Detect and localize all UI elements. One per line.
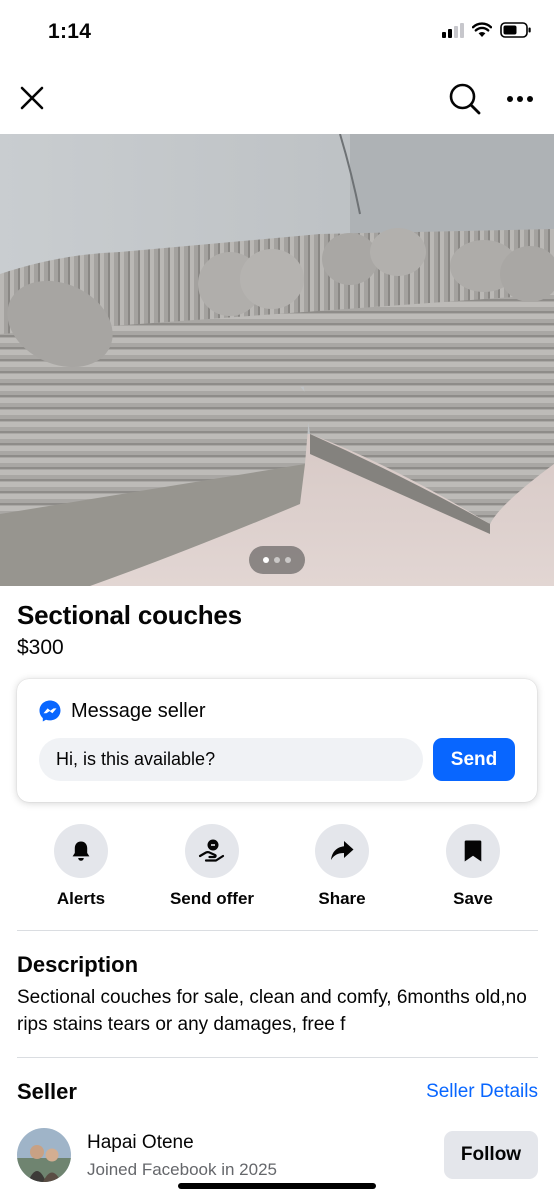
share-button[interactable]: Share [277, 824, 407, 909]
share-label: Share [318, 889, 366, 908]
nav-bar [0, 66, 554, 134]
couch-photo-image [0, 134, 554, 586]
seller-heading: Seller [17, 1079, 77, 1104]
seller-details-link[interactable]: Seller Details [426, 1081, 538, 1103]
status-icons [442, 22, 532, 38]
offer-icon [198, 839, 225, 862]
carousel-dot [285, 557, 291, 563]
battery-icon [500, 22, 531, 38]
alerts-button[interactable]: Alerts [16, 824, 146, 909]
share-icon [331, 841, 354, 860]
listing-title: Sectional couches [17, 600, 242, 630]
save-icon-circle [446, 824, 500, 878]
alerts-label: Alerts [56, 889, 106, 908]
message-seller-card: Message seller Send [17, 679, 537, 802]
close-icon [20, 86, 44, 110]
cellular-signal-icon [442, 22, 464, 38]
alerts-icon-circle [54, 824, 108, 878]
carousel-indicator[interactable] [249, 546, 305, 574]
bookmark-icon [464, 840, 482, 862]
description-text: Sectional couches for sale, clean and co… [17, 987, 527, 1035]
action-row: Alerts Send offer Share Save [16, 824, 538, 914]
divider [17, 1057, 538, 1058]
send-offer-button[interactable]: Send offer [147, 824, 277, 909]
messenger-icon [39, 700, 61, 722]
wifi-icon [472, 22, 492, 37]
search-button[interactable] [446, 80, 484, 118]
seller-joined-text: Joined Facebook in 2025 [87, 1160, 277, 1179]
more-options-button[interactable] [500, 80, 540, 118]
message-seller-title: Message seller [71, 699, 206, 722]
carousel-dot [274, 557, 280, 563]
close-button[interactable] [14, 80, 50, 116]
seller-name[interactable]: Hapai Otene [87, 1132, 194, 1154]
avatar[interactable] [17, 1128, 71, 1182]
send-offer-icon-circle [185, 824, 239, 878]
more-icon [507, 96, 533, 102]
listing-price: $300 [17, 636, 64, 659]
message-seller-header: Message seller [38, 699, 206, 723]
follow-button[interactable]: Follow [444, 1131, 538, 1179]
save-button[interactable]: Save [408, 824, 538, 909]
share-icon-circle [315, 824, 369, 878]
status-bar: 1:14 [0, 0, 554, 66]
search-icon [449, 83, 481, 115]
home-indicator [178, 1183, 376, 1189]
listing-photo[interactable] [0, 134, 554, 586]
bell-icon [72, 841, 90, 861]
save-label: Save [453, 889, 493, 908]
carousel-dot [263, 557, 269, 563]
send-button[interactable]: Send [433, 738, 515, 781]
description-heading: Description [17, 952, 139, 977]
seller-avatar-image [17, 1128, 71, 1182]
message-input[interactable] [39, 738, 423, 781]
divider [17, 930, 538, 931]
status-time: 1:14 [48, 20, 92, 43]
send-offer-label: Send offer [169, 889, 255, 908]
